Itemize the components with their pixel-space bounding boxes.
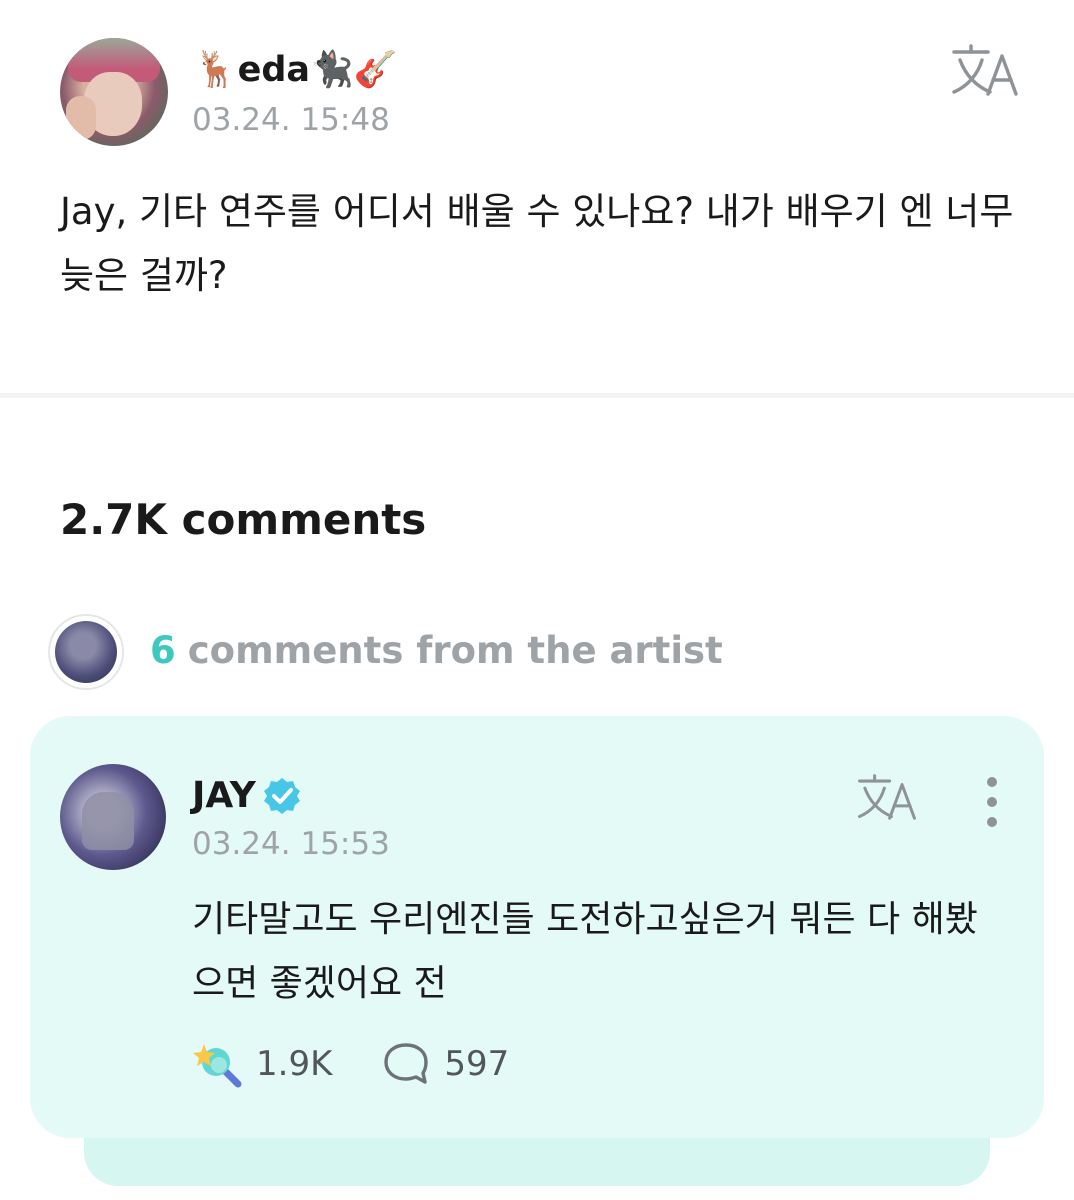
verified-badge-icon: [263, 778, 300, 814]
artist-comments-text: comments from the artist: [187, 629, 723, 672]
like-count: 1.9K: [256, 1044, 333, 1084]
post-text: Jay, 기타 연주를 어디서 배울 수 있나요? 내가 배우기 엔 너무 늦은…: [60, 190, 1014, 297]
artist-comments-count: 6: [150, 629, 176, 672]
avatar-hand: [66, 96, 96, 140]
artist-comment-card[interactable]: JAY 03.24. 15:53 기타말고도 우리엔진들 도전하고싶은거 뭐든 …: [30, 716, 1044, 1138]
comment-bubble-icon: [384, 1043, 429, 1084]
section-divider: [0, 393, 1074, 398]
post-header: 🦌eda🐈‍⬛🎸 03.24. 15:48: [60, 38, 1020, 148]
artist-avatar: [55, 621, 117, 683]
post-timestamp: 03.24. 15:48: [192, 102, 390, 138]
translate-icon[interactable]: [950, 42, 1020, 98]
like-button[interactable]: 1.9K: [192, 1040, 332, 1088]
comment-author: JAY: [192, 766, 302, 826]
comment-actions: 1.9K 597: [192, 1034, 509, 1094]
lightstick-like-icon: [193, 1044, 242, 1088]
artist-comments-label: 6 comments from the artist: [150, 622, 723, 680]
comment-author-avatar[interactable]: [60, 764, 166, 870]
reply-count: 597: [444, 1044, 510, 1084]
artist-avatar-ring: [48, 614, 124, 690]
artist-comments-filter[interactable]: 6 comments from the artist: [48, 614, 948, 690]
comment-timestamp: 03.24. 15:53: [192, 826, 390, 862]
reply-button[interactable]: 597: [382, 1041, 509, 1087]
more-vertical-icon[interactable]: [976, 774, 1008, 830]
avatar-figure: [82, 792, 134, 850]
comments-count: 2.7K comments: [60, 495, 427, 544]
comment-author-name[interactable]: JAY: [192, 766, 256, 826]
post-author-name[interactable]: 🦌eda🐈‍⬛🎸: [194, 40, 397, 100]
translate-icon[interactable]: [856, 772, 918, 822]
comment-text: 기타말고도 우리엔진들 도전하고싶은거 뭐든 다 해봤으면 좋겠어요 전: [192, 899, 978, 1004]
post-author-avatar[interactable]: [60, 38, 168, 146]
